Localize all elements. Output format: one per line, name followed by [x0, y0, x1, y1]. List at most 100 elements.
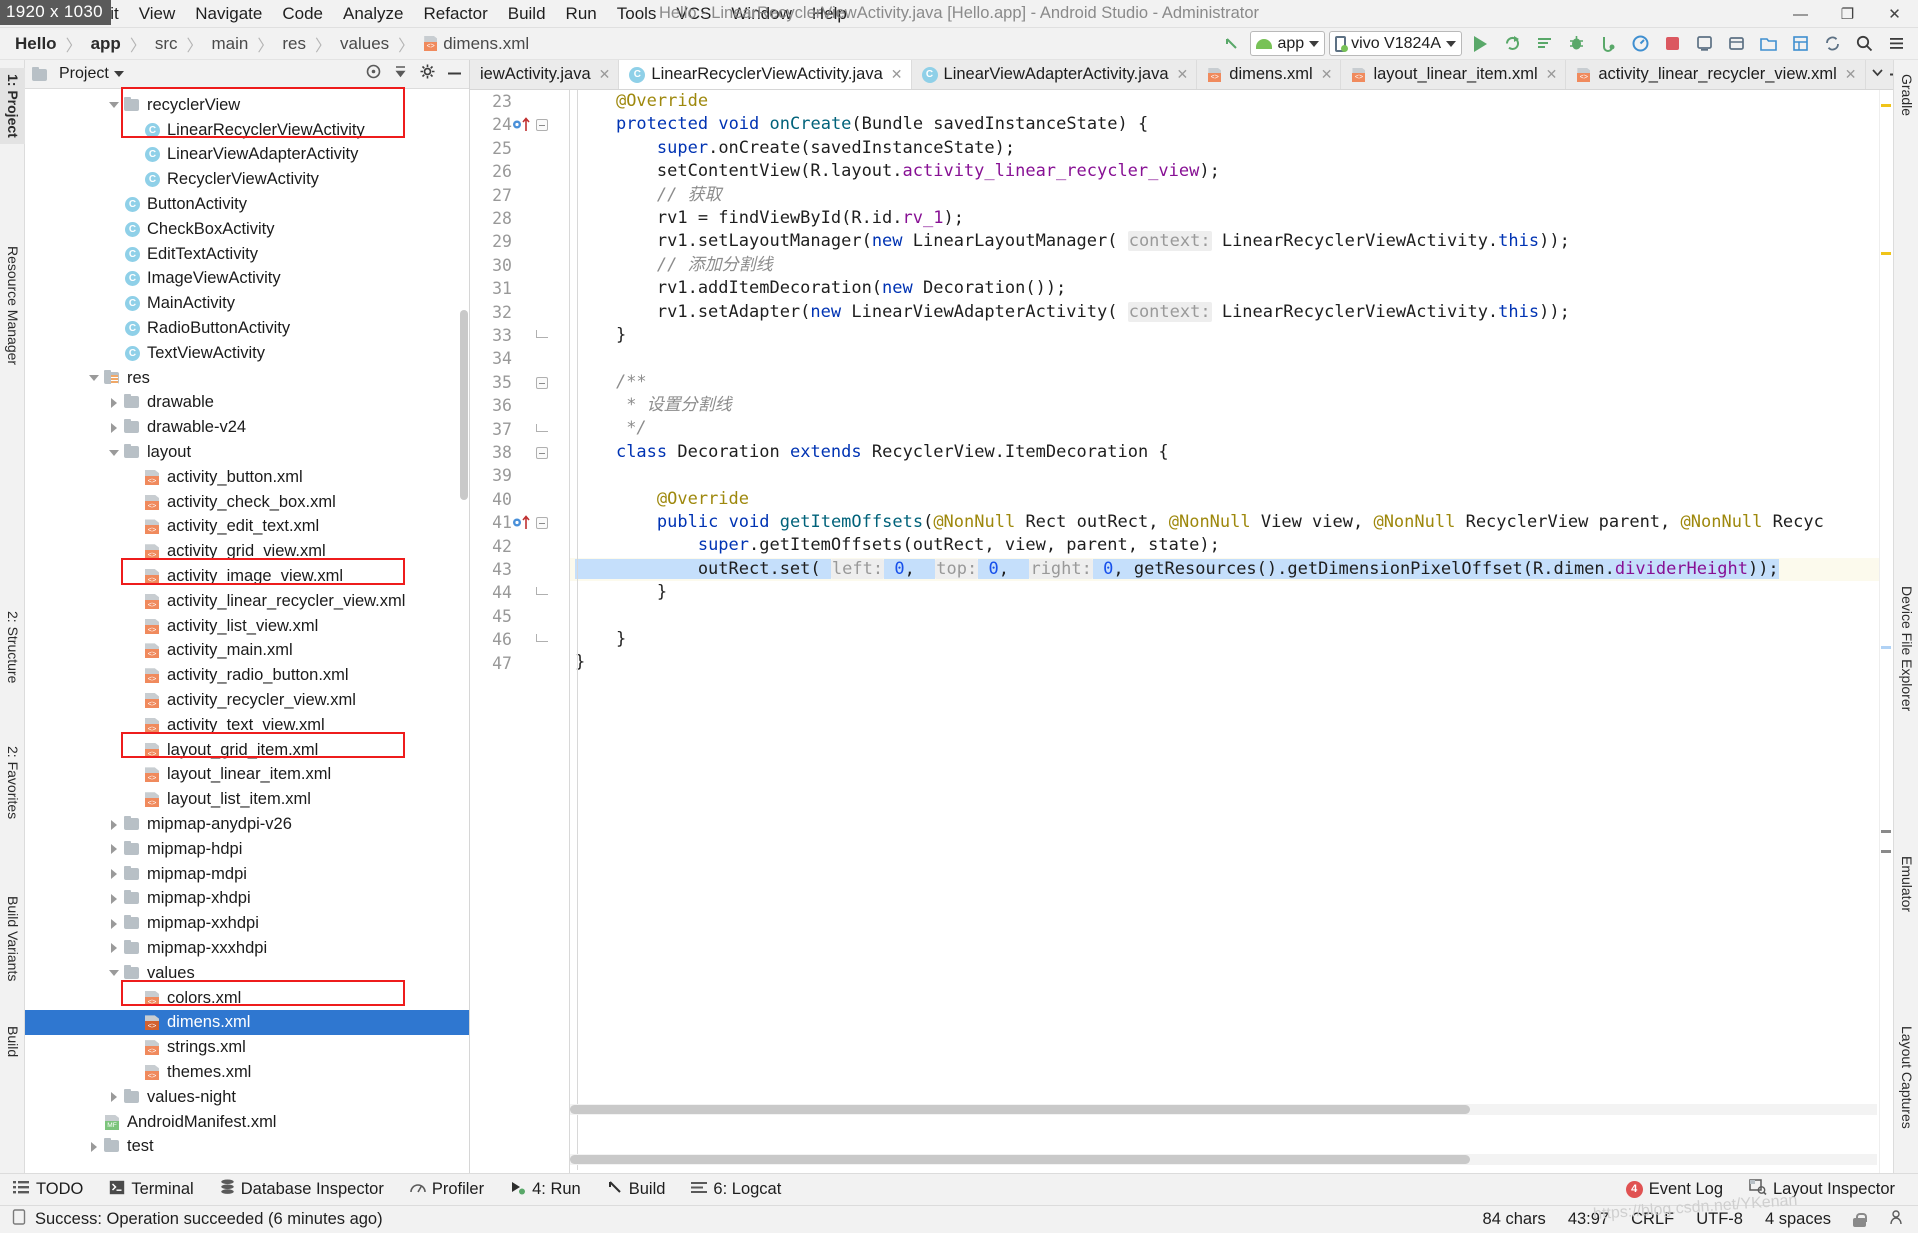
menu-window[interactable]: Window: [721, 1, 801, 27]
tree-item-checkboxactivity[interactable]: CheckBoxActivity: [25, 217, 469, 242]
chevron-right-icon[interactable]: [87, 1140, 101, 1154]
tree-item-activity-check-box-xml[interactable]: activity_check_box.xml: [25, 490, 469, 515]
tree-item-values[interactable]: values: [25, 961, 469, 986]
tree-item-drawable-v24[interactable]: drawable-v24: [25, 415, 469, 440]
code-line[interactable]: @Override: [570, 488, 1893, 511]
override-method-gutter-icon[interactable]: [512, 514, 534, 534]
code-line[interactable]: public void getItemOffsets(@NonNull Rect…: [570, 511, 1893, 534]
tree-item-layout[interactable]: layout: [25, 440, 469, 465]
file-encoding[interactable]: UTF-8: [1696, 1210, 1743, 1229]
breadcrumb-item-res[interactable]: res: [277, 32, 311, 56]
chevron-down-icon[interactable]: [107, 98, 121, 112]
editor-horizontal-scrollbar[interactable]: [570, 1104, 1877, 1115]
chevron-right-icon[interactable]: [107, 917, 121, 931]
menu-build[interactable]: Build: [498, 1, 556, 27]
bottom-tool-terminal[interactable]: Terminal: [96, 1178, 206, 1202]
tree-item-activity-linear-recycler-view-xml[interactable]: activity_linear_recycler_view.xml: [25, 589, 469, 614]
close-tab-icon[interactable]: ✕: [599, 66, 611, 83]
bottom-tool-layout-inspector[interactable]: Layout Inspector: [1736, 1177, 1908, 1202]
tool-window-emulator[interactable]: Emulator: [1894, 850, 1918, 918]
bottom-tool-event-log[interactable]: 4 Event Log: [1613, 1178, 1736, 1201]
menu-refactor[interactable]: Refactor: [413, 1, 497, 27]
chevron-down-icon[interactable]: [87, 371, 101, 385]
code-line[interactable]: super.onCreate(savedInstanceState);: [570, 137, 1893, 160]
chevron-right-icon[interactable]: [107, 892, 121, 906]
breadcrumb-item-hello[interactable]: Hello: [10, 32, 62, 56]
code-line[interactable]: [570, 605, 1893, 628]
more-toolbar-icon[interactable]: [1882, 31, 1910, 57]
tree-item-mipmap-hdpi[interactable]: mipmap-hdpi: [25, 837, 469, 862]
tree-item-test[interactable]: test: [25, 1134, 469, 1159]
code-line[interactable]: rv1 = findViewById(R.id.rv_1);: [570, 207, 1893, 230]
code-line[interactable]: /**: [570, 371, 1893, 394]
code-fold-toggle[interactable]: [536, 376, 548, 389]
menu-view[interactable]: View: [129, 1, 186, 27]
build-project-icon[interactable]: [1218, 31, 1246, 57]
project-panel-title[interactable]: Project: [59, 65, 124, 83]
tree-item-mipmap-mdpi[interactable]: mipmap-mdpi: [25, 862, 469, 887]
tool-window-resource-manager[interactable]: Resource Manager: [0, 240, 25, 371]
status-message[interactable]: Success: Operation succeeded (6 minutes …: [35, 1210, 383, 1229]
code-fold-end-marker[interactable]: [536, 423, 548, 432]
code-line[interactable]: [570, 464, 1893, 487]
tree-item-activity-list-view-xml[interactable]: activity_list_view.xml: [25, 614, 469, 639]
tree-item-strings-xml[interactable]: strings.xml: [25, 1035, 469, 1060]
tool-window-2--structure[interactable]: 2: Structure: [0, 605, 25, 689]
menu-vcs[interactable]: VCS: [666, 1, 721, 27]
apply-changes-and-restart-icon[interactable]: [1498, 31, 1526, 57]
breadcrumb-item-main[interactable]: main: [207, 32, 254, 56]
code-line[interactable]: protected void onCreate(Bundle savedInst…: [570, 113, 1893, 136]
close-tab-icon[interactable]: ✕: [891, 66, 903, 83]
collapse-all-icon[interactable]: [392, 63, 409, 85]
code-line[interactable]: * 设置分割线: [570, 394, 1893, 417]
breadcrumb-item-dimens-xml[interactable]: dimens.xml: [418, 32, 534, 56]
chevron-right-icon[interactable]: [107, 867, 121, 881]
tree-item-activity-edit-text-xml[interactable]: activity_edit_text.xml: [25, 515, 469, 540]
tree-item-drawable[interactable]: drawable: [25, 391, 469, 416]
tree-item-layout-linear-item-xml[interactable]: layout_linear_item.xml: [25, 763, 469, 788]
tool-window-2--favorites[interactable]: 2: Favorites: [0, 740, 25, 825]
tree-item-mipmap-anydpi-v26[interactable]: mipmap-anydpi-v26: [25, 812, 469, 837]
tree-item-activity-image-view-xml[interactable]: activity_image_view.xml: [25, 564, 469, 589]
scrollbar-thumb[interactable]: [570, 1105, 1470, 1114]
menu-code[interactable]: Code: [272, 1, 333, 27]
code-fold-toggle[interactable]: [536, 447, 548, 459]
editor-tab-linearviewadapteractivity-java[interactable]: C LinearViewAdapterActivity.java ✕: [911, 60, 1198, 89]
editor-tab-activity-linear-recycler-view-xml[interactable]: activity_linear_recycler_view.xml ✕: [1566, 60, 1866, 89]
tree-item-activity-main-xml[interactable]: activity_main.xml: [25, 639, 469, 664]
project-tree-scrollbar[interactable]: [460, 310, 468, 500]
indent-setting[interactable]: 4 spaces: [1765, 1210, 1831, 1229]
breadcrumb-item-src[interactable]: src: [150, 32, 183, 56]
tree-item-mainactivity[interactable]: MainActivity: [25, 291, 469, 316]
bottom-tool-todo[interactable]: TODO: [0, 1178, 96, 1202]
tool-window-layout-captures[interactable]: Layout Captures: [1894, 1020, 1918, 1135]
chevron-right-icon[interactable]: [107, 396, 121, 410]
bottom-tool-database-inspector[interactable]: Database Inspector: [207, 1177, 397, 1202]
override-method-gutter-icon[interactable]: [512, 116, 534, 136]
search-everywhere-icon[interactable]: [1850, 31, 1878, 57]
tree-item-linearrecyclerviewactivity[interactable]: LinearRecyclerViewActivity: [25, 118, 469, 143]
code-line[interactable]: rv1.addItemDecoration(new Decoration());: [570, 277, 1893, 300]
project-file-tree[interactable]: recyclerView LinearRecyclerViewActivity Li…: [25, 89, 469, 1173]
tree-item-recyclerview[interactable]: recyclerView: [25, 93, 469, 118]
tool-window-1--project[interactable]: 1: Project: [0, 68, 25, 144]
inspections-icon[interactable]: [1888, 1209, 1904, 1231]
editor-gutter[interactable]: 23 24 25 26 27 28 29 30 31 32 33 34 35 36 37 38 39 40 41 42…: [470, 90, 570, 1173]
code-line[interactable]: rv1.setAdapter(new LinearViewAdapterActi…: [570, 301, 1893, 324]
tool-window-device-file-explorer[interactable]: Device File Explorer: [1894, 580, 1918, 717]
code-fold-end-marker[interactable]: [536, 587, 548, 596]
stop-button[interactable]: [1658, 31, 1686, 57]
code-line[interactable]: class Decoration extends RecyclerView.It…: [570, 441, 1893, 464]
tree-item-colors-xml[interactable]: colors.xml: [25, 986, 469, 1011]
tree-item-layout-grid-item-xml[interactable]: layout_grid_item.xml: [25, 738, 469, 763]
attach-debugger-icon[interactable]: [1594, 31, 1622, 57]
run-button[interactable]: [1466, 31, 1494, 57]
tree-item-androidmanifest-xml[interactable]: AndroidManifest.xml: [25, 1110, 469, 1135]
editor-tab-linearrecyclerviewactivity-java[interactable]: C LinearRecyclerViewActivity.java ✕: [619, 60, 912, 89]
sdk-manager-icon[interactable]: [1722, 31, 1750, 57]
tree-item-mipmap-xxxhdpi[interactable]: mipmap-xxxhdpi: [25, 936, 469, 961]
tree-item-linearviewadapteractivity[interactable]: LinearViewAdapterActivity: [25, 143, 469, 168]
scroll-from-source-icon[interactable]: [365, 63, 382, 85]
tree-item-recyclerviewactivity[interactable]: RecyclerViewActivity: [25, 167, 469, 192]
code-line[interactable]: // 获取: [570, 184, 1893, 207]
